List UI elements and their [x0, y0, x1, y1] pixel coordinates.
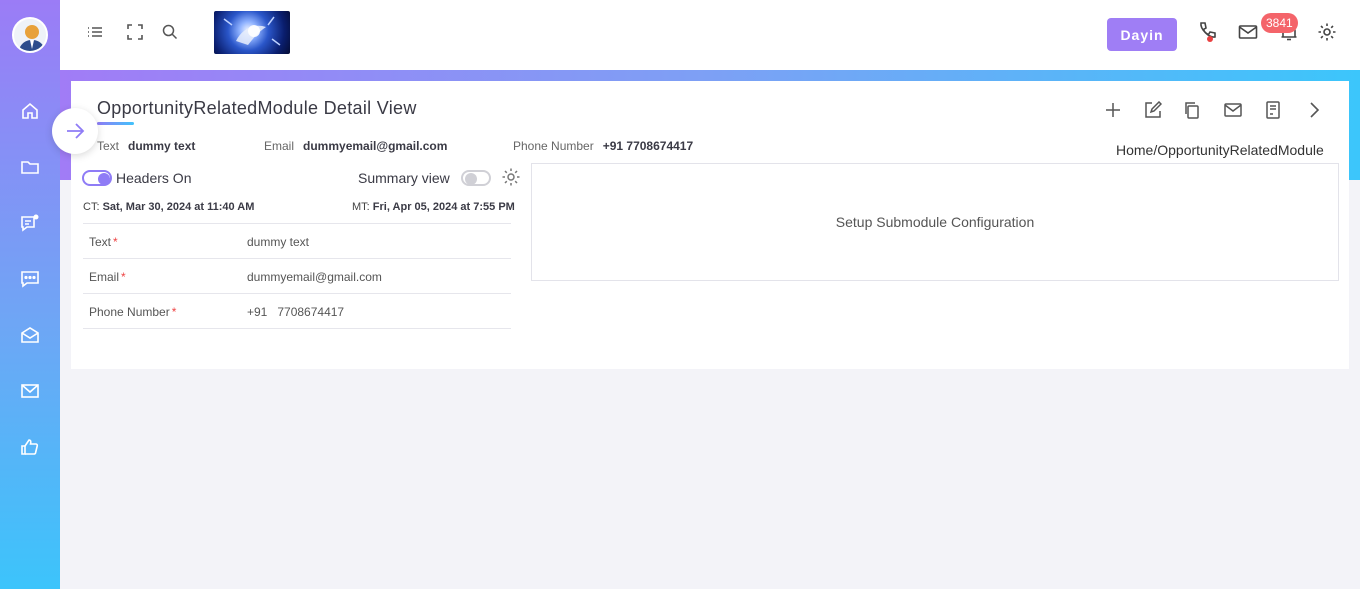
- summary-view-label: Summary view: [358, 170, 450, 186]
- summary-label: Email: [264, 139, 295, 153]
- sidebar: [0, 0, 60, 589]
- field-value[interactable]: dummy text: [247, 235, 309, 249]
- modified-value: Fri, Apr 05, 2024 at 7:55 PM: [372, 201, 515, 213]
- field-label: Text *: [89, 235, 118, 249]
- field-row: Phone Number * +91 7708674417: [83, 294, 511, 329]
- breadcrumb[interactable]: Home/OpportunityRelatedModule: [1116, 142, 1324, 158]
- notification-badge: 3841: [1261, 13, 1298, 33]
- document-icon[interactable]: [1262, 99, 1284, 121]
- summary-value: dummy text: [128, 139, 196, 153]
- message-icon[interactable]: [18, 267, 42, 291]
- home-icon[interactable]: [18, 99, 42, 123]
- search-icon[interactable]: [159, 21, 181, 43]
- summary-view-toggle[interactable]: [461, 170, 491, 186]
- headers-toggle-label: Headers On: [116, 170, 192, 186]
- toggle-knob: [465, 173, 477, 185]
- field-label: Phone Number *: [89, 305, 177, 319]
- summary-label: Phone Number: [513, 139, 594, 153]
- field-value[interactable]: dummyemail@gmail.com: [247, 270, 382, 284]
- detail-card: OpportunityRelatedModule Detail View Tex…: [71, 81, 1349, 369]
- gear-icon[interactable]: [501, 167, 523, 189]
- mail-icon[interactable]: [1237, 21, 1259, 43]
- menu-icon[interactable]: [84, 21, 106, 43]
- summary-value: +91 7708674417: [602, 139, 694, 153]
- chat-icon[interactable]: [18, 211, 42, 235]
- summary-text: Text dummy text: [97, 139, 195, 153]
- summary-value: dummyemail@gmail.com: [303, 139, 448, 153]
- created-value: Sat, Mar 30, 2024 at 11:40 AM: [102, 201, 255, 213]
- brand-logo: [214, 11, 290, 54]
- fullscreen-icon[interactable]: [124, 21, 146, 43]
- summary-label: Text: [97, 139, 120, 153]
- field-value[interactable]: +91 7708674417: [247, 305, 344, 319]
- field-label: Email *: [89, 270, 126, 284]
- avatar[interactable]: [12, 17, 48, 53]
- created-label: CT:: [83, 201, 100, 213]
- chevron-right-icon[interactable]: [1303, 99, 1325, 121]
- toggle-knob: [98, 173, 110, 185]
- page-title: OpportunityRelatedModule Detail View: [97, 98, 417, 118]
- mail-icon[interactable]: [1222, 99, 1244, 121]
- submodule-panel: Setup Submodule Configuration: [531, 163, 1339, 281]
- thumbs-up-icon[interactable]: [18, 435, 42, 459]
- phone-icon[interactable]: [1196, 21, 1218, 43]
- field-list: Text * dummy text Email * dummyemail@gmail…: [83, 223, 511, 329]
- mail-icon[interactable]: [18, 379, 42, 403]
- field-row: Email * dummyemail@gmail.com: [83, 259, 511, 294]
- gear-icon[interactable]: [1316, 21, 1338, 43]
- edit-icon[interactable]: [1142, 99, 1164, 121]
- summary-phone: Phone Number +91 7708674417: [513, 139, 693, 153]
- summary-email: Email dummyemail@gmail.com: [264, 139, 447, 153]
- submodule-message[interactable]: Setup Submodule Configuration: [836, 214, 1034, 230]
- modified-label: MT:: [352, 201, 370, 213]
- title-underline: [97, 122, 134, 125]
- modified-time: MT: Fri, Apr 05, 2024 at 7:55 PM: [352, 201, 515, 213]
- expand-button[interactable]: [52, 108, 98, 154]
- user-button[interactable]: Dayin: [1107, 18, 1177, 51]
- field-row: Text * dummy text: [83, 224, 511, 259]
- copy-icon[interactable]: [1181, 99, 1203, 121]
- envelope-open-icon[interactable]: [18, 323, 42, 347]
- arrow-right-icon: [67, 123, 85, 139]
- plus-icon[interactable]: [1102, 99, 1124, 121]
- top-bar: Dayin 3841: [60, 0, 1360, 70]
- headers-toggle[interactable]: [82, 170, 112, 186]
- created-time: CT: Sat, Mar 30, 2024 at 11:40 AM: [83, 201, 254, 213]
- folder-icon[interactable]: [18, 155, 42, 179]
